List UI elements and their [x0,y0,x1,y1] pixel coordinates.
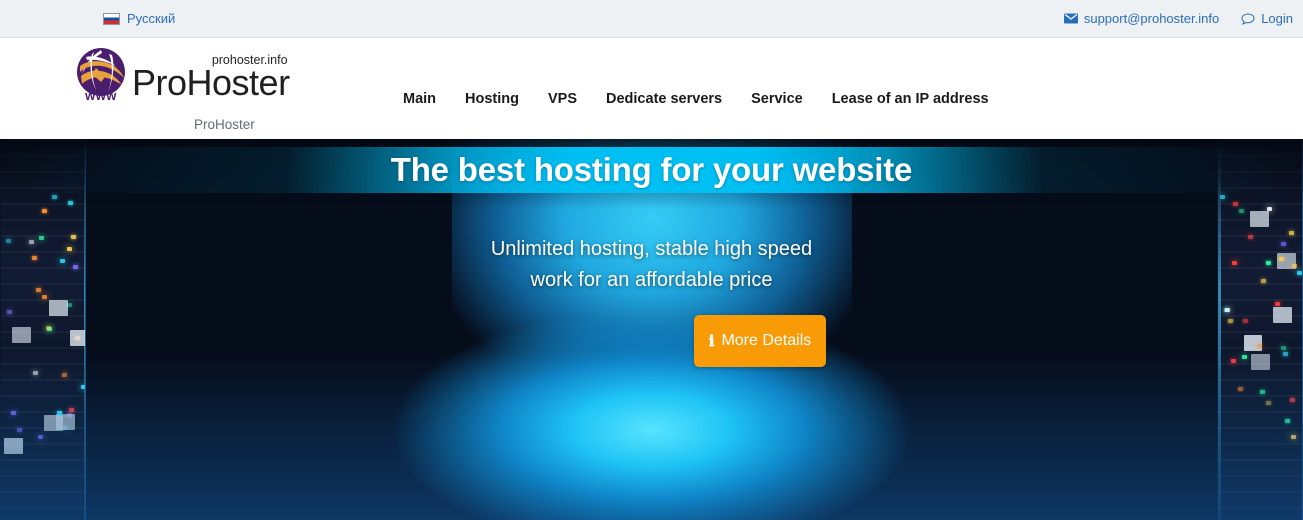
site-logo[interactable]: www prohoster.info ProHoster [72,46,290,102]
support-email-label: support@prohoster.info [1083,11,1220,26]
comment-bubble-icon [1241,12,1255,25]
hero-title: The best hosting for your website [390,151,913,188]
prohoster-globe-icon: www [72,46,130,102]
login-link[interactable]: Login [1241,11,1293,26]
breadcrumb-bar: ProHoster [0,117,1303,139]
russian-flag-icon [103,12,120,25]
hero-subtitle-line1: Unlimited hosting, stable high speed [490,238,813,260]
top-right-links: support@prohoster.info Login [1063,11,1293,26]
more-details-button[interactable]: ℹ More Details [694,315,826,367]
nav-item-dedicate-servers[interactable]: Dedicate servers [606,91,722,107]
hero-banner: The best hosting for your website Unlimi… [0,139,1303,520]
nav-item-service[interactable]: Service [751,91,803,107]
nav-item-lease-ip-address[interactable]: Lease of an IP address [832,91,989,107]
logo-wordmark: prohoster.info ProHoster [132,54,290,102]
language-selector[interactable]: Русский [103,11,175,26]
hero-subtitle: Unlimited hosting, stable high speed wor… [0,234,1303,296]
site-header: www prohoster.info ProHoster Main Hostin… [0,38,1303,117]
breadcrumb[interactable]: ProHoster [194,117,255,132]
info-icon: ℹ [708,333,715,350]
svg-text:www: www [84,88,117,102]
more-details-label: More Details [721,332,812,349]
envelope-icon [1063,13,1078,24]
nav-item-vps[interactable]: VPS [548,91,577,107]
login-label: Login [1261,11,1293,26]
nav-item-hosting[interactable]: Hosting [465,91,519,107]
hero-content: The best hosting for your website Unlimi… [0,139,1303,520]
language-label: Русский [127,11,176,26]
nav-item-main[interactable]: Main [403,91,436,107]
hero-subtitle-line2: work for an affordable price [530,269,773,291]
top-utility-bar: Русский support@prohoster.info Login [0,0,1303,38]
support-email-link[interactable]: support@prohoster.info [1063,11,1220,26]
main-navigation: Main Hosting VPS Dedicate servers Servic… [403,91,989,107]
logo-name: ProHoster [132,61,290,103]
